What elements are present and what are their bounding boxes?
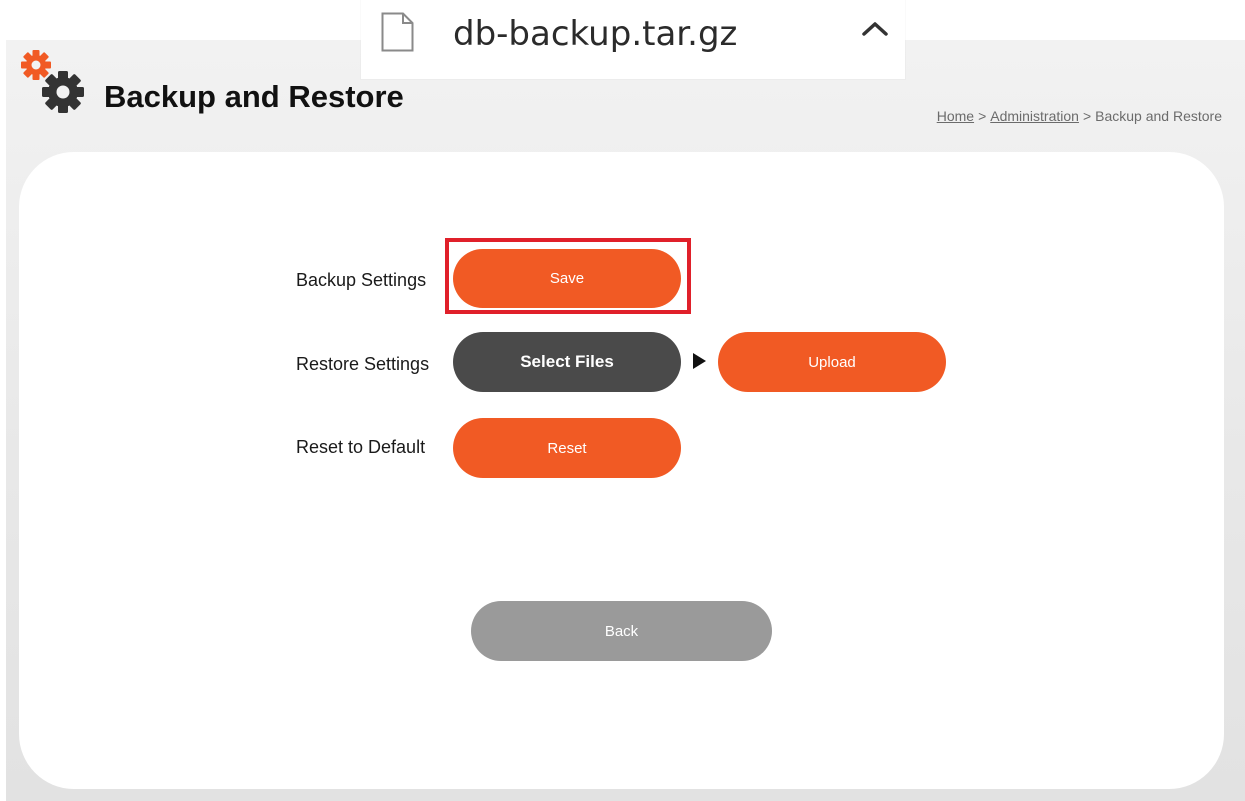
breadcrumb: Home > Administration > Backup and Restore [937,108,1222,124]
back-button[interactable]: Back [471,601,772,661]
select-files-button[interactable]: Select Files [453,332,681,392]
restore-settings-label: Restore Settings [296,354,430,374]
backup-settings-label: Backup Settings [296,270,427,290]
breadcrumb-current: Backup and Restore [1095,108,1222,124]
download-filename: db-backup.tar.gz [453,14,738,54]
save-button[interactable]: Save [453,249,681,308]
gears-icon [18,45,90,115]
backup-restore-page: Backup and Restore Home > Administration > B… [0,0,1245,801]
breadcrumb-home-link[interactable]: Home [937,108,974,124]
reset-to-default-label: Reset to Default [296,437,426,457]
breadcrumb-separator: > [978,108,987,124]
download-item[interactable]: db-backup.tar.gz [361,0,905,79]
page-title: Backup and Restore [104,79,404,114]
chevron-up-icon[interactable] [860,18,890,38]
arrow-right-icon [693,353,706,369]
breadcrumb-administration-link[interactable]: Administration [990,108,1079,124]
upload-button[interactable]: Upload [718,332,946,392]
breadcrumb-separator: > [1082,108,1092,124]
file-icon [381,12,414,52]
reset-button[interactable]: Reset [453,418,681,478]
